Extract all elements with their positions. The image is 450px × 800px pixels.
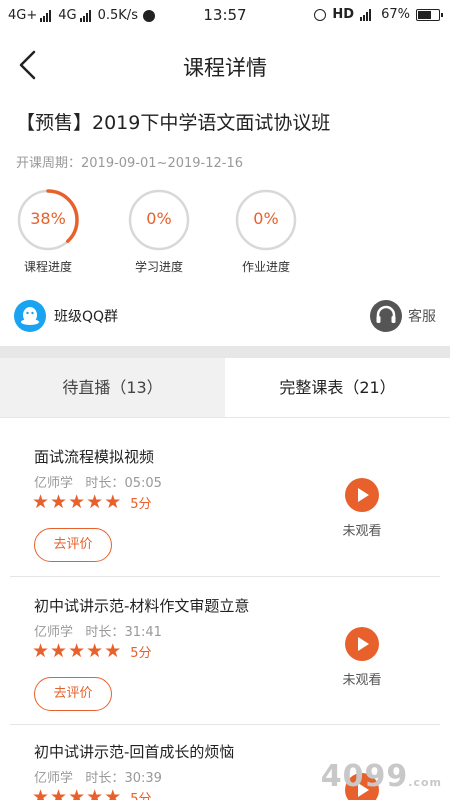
course-progress-ring: 38%	[16, 188, 80, 252]
star-icon: ★	[86, 491, 104, 513]
duration-value: 30:39	[124, 771, 162, 786]
rating-score: 5分	[130, 496, 152, 512]
page-title: 课程详情	[183, 56, 267, 80]
signal-icon	[360, 8, 372, 21]
tab-bar: 待直播（13） 完整课表（21）	[0, 358, 450, 418]
tab-full-schedule[interactable]: 完整课表（21）	[225, 358, 450, 417]
status-right: HD 67%	[314, 7, 443, 22]
rating-score: 5分	[130, 791, 152, 800]
star-icon: ★	[50, 640, 68, 662]
hd-label: HD	[332, 7, 355, 22]
star-icon: ★	[104, 640, 122, 662]
study-progress-ring: 0%	[127, 188, 191, 252]
watermark-logo: 4099.com	[321, 759, 442, 794]
qq-group-label: 班级QQ群	[54, 309, 119, 325]
progress-value: 0%	[253, 209, 279, 228]
duration-label: 时长：	[85, 625, 125, 640]
lesson-title: 初中试讲示范-回首成长的烦恼	[34, 743, 235, 761]
progress-label: 课程进度	[23, 260, 72, 274]
nav-bar: 课程详情	[0, 32, 450, 98]
course-title: 【预售】2019下中学语文面试协议班	[16, 112, 331, 134]
watermark-text: 4099	[320, 759, 409, 794]
teacher-name: 亿师学	[34, 771, 74, 786]
tab-upcoming-live[interactable]: 待直播（13）	[0, 358, 225, 417]
star-icon: ★	[68, 786, 86, 800]
rate-button[interactable]: 去评价	[34, 677, 112, 711]
lesson-title: 初中试讲示范-材料作文审题立意	[34, 597, 250, 615]
duration-value: 05:05	[124, 476, 162, 491]
star-icon: ★	[68, 491, 86, 513]
progress-label: 学习进度	[134, 260, 183, 274]
star-icon: ★	[50, 491, 68, 513]
homework-progress-ring: 0%	[234, 188, 298, 252]
course-period: 开课周期：2019-09-01~2019-12-16	[16, 156, 243, 171]
headset-icon	[370, 300, 402, 332]
star-icon: ★	[32, 786, 50, 800]
star-icon: ★	[86, 786, 104, 800]
star-icon: ★	[86, 640, 104, 662]
duration-label: 时长：	[85, 476, 125, 491]
star-icon: ★	[104, 786, 122, 800]
star-icon: ★	[104, 491, 122, 513]
duration-label: 时长：	[85, 771, 125, 786]
battery-percent: 67%	[381, 7, 410, 22]
rating-score: 5分	[130, 645, 152, 661]
watermark-domain: .com	[408, 776, 442, 789]
watch-status: 未观看	[342, 524, 382, 539]
play-button[interactable]	[345, 627, 379, 661]
list-item[interactable]: 初中试讲示范-材料作文审题立意 亿师学 时长：31:41 ★ ★ ★ ★ ★ 5分 去评价…	[10, 595, 440, 725]
section-divider	[0, 346, 450, 358]
duration-value: 31:41	[124, 625, 162, 640]
progress-value: 38%	[30, 209, 66, 228]
teacher-name: 亿师学	[34, 476, 74, 491]
star-icon: ★	[50, 786, 68, 800]
qq-group-button[interactable]: 班级QQ群	[14, 300, 118, 332]
rating-stars: ★ ★ ★ ★ ★ 5分	[32, 641, 152, 661]
status-bar: 4G+ 4G 0.5K/s 13:57 HD 67%	[0, 0, 450, 32]
progress-label: 作业进度	[241, 260, 290, 274]
teacher-name: 亿师学	[34, 625, 74, 640]
star-icon: ★	[68, 640, 86, 662]
rating-stars: ★ ★ ★ ★ ★ 5分	[32, 492, 152, 512]
battery-icon	[416, 8, 443, 21]
progress-value: 0%	[146, 209, 172, 228]
customer-service-button[interactable]: 客服	[370, 300, 436, 332]
star-icon: ★	[32, 491, 50, 513]
play-button[interactable]	[345, 478, 379, 512]
service-label: 客服	[408, 309, 436, 325]
list-item[interactable]: 面试流程模拟视频 亿师学 时长：05:05 ★ ★ ★ ★ ★ 5分 去评价 未观看	[10, 446, 440, 577]
lesson-title: 面试流程模拟视频	[34, 448, 155, 466]
lesson-meta: 亿师学 时长：05:05	[34, 472, 162, 491]
watch-status: 未观看	[342, 673, 382, 688]
rate-button[interactable]: 去评价	[34, 528, 112, 562]
alarm-icon	[314, 8, 327, 21]
lesson-meta: 亿师学 时长：31:41	[34, 621, 162, 640]
lesson-meta: 亿师学 时长：30:39	[34, 767, 162, 786]
qq-icon	[14, 300, 46, 332]
rating-stars: ★ ★ ★ ★ ★ 5分	[32, 787, 152, 800]
star-icon: ★	[32, 640, 50, 662]
